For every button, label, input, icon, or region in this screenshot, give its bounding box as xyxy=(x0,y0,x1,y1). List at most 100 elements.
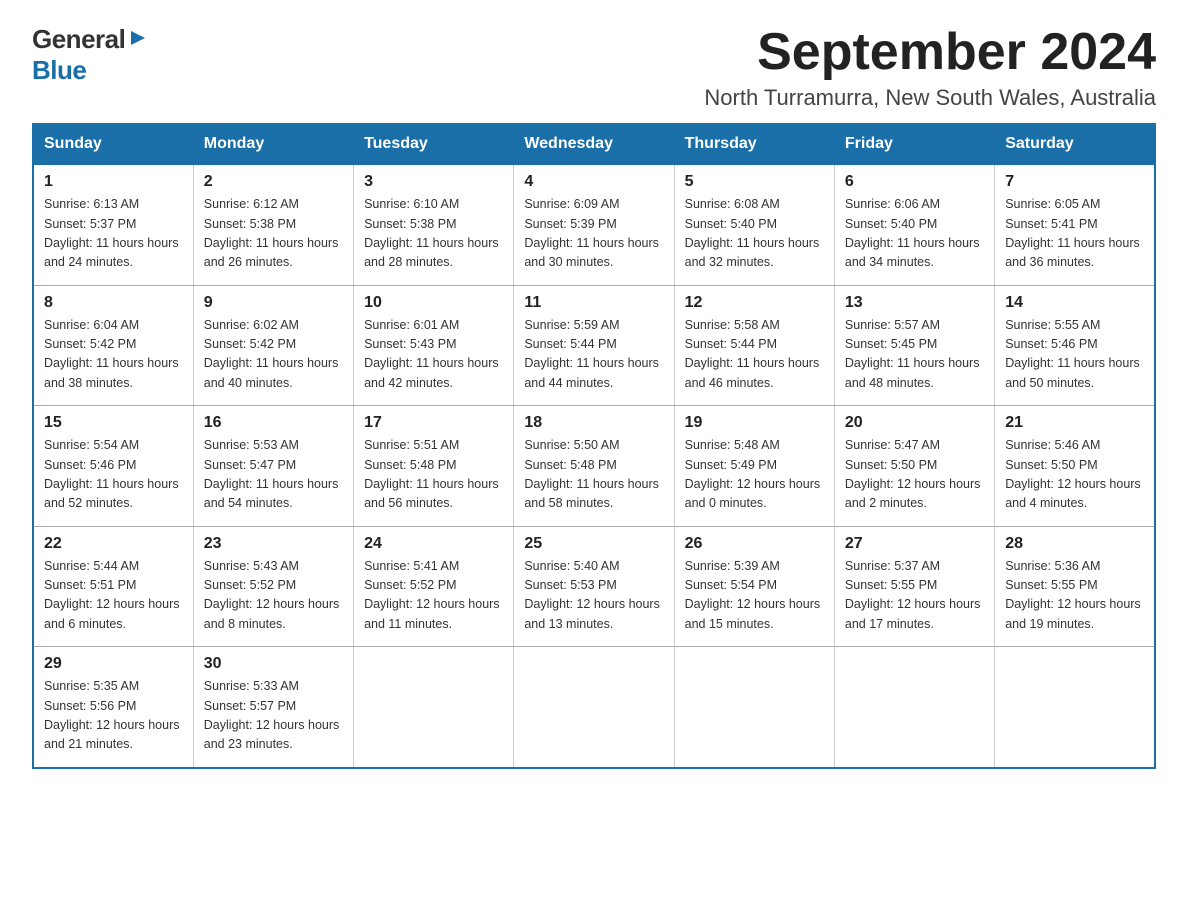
day-detail-line: Sunset: 5:44 PM xyxy=(685,335,824,354)
day-detail-line: Daylight: 11 hours hours xyxy=(1005,354,1144,373)
table-row: 13 Sunrise: 5:57 AMSunset: 5:45 PMDayligh… xyxy=(834,285,994,406)
day-detail-line: Sunset: 5:50 PM xyxy=(845,456,984,475)
day-detail-line: and 26 minutes. xyxy=(204,253,343,272)
day-detail-line: and 38 minutes. xyxy=(44,374,183,393)
table-row: 21Sunrise: 5:46 AMSunset: 5:50 PMDayligh… xyxy=(995,406,1155,527)
day-detail-line: Sunrise: 6:01 AM xyxy=(364,316,503,335)
day-detail-line: and 15 minutes. xyxy=(685,615,824,634)
day-number: 23 xyxy=(204,535,343,553)
day-detail-line: Sunset: 5:46 PM xyxy=(1005,335,1144,354)
day-info: Sunrise: 5:53 AMSunset: 5:47 PMDaylight:… xyxy=(204,436,343,514)
day-detail-line: Daylight: 12 hours hours xyxy=(44,716,183,735)
table-row: 20 Sunrise: 5:47 AMSunset: 5:50 PMDayligh… xyxy=(834,406,994,527)
day-detail-line: Daylight: 11 hours hours xyxy=(204,354,343,373)
table-row: 28Sunrise: 5:36 AMSunset: 5:55 PMDayligh… xyxy=(995,526,1155,647)
table-row: 24 Sunrise: 5:41 AMSunset: 5:52 PMDayligh… xyxy=(354,526,514,647)
day-detail-line: Sunset: 5:45 PM xyxy=(845,335,984,354)
day-number: 28 xyxy=(1005,535,1144,553)
day-info: Sunrise: 6:02 AMSunset: 5:42 PMDaylight:… xyxy=(204,316,343,394)
table-row: 1 Sunrise: 6:13 AMSunset: 5:37 PMDaylight… xyxy=(33,164,193,285)
day-detail-line: Sunset: 5:38 PM xyxy=(204,215,343,234)
day-detail-line: Sunrise: 6:13 AM xyxy=(44,195,183,214)
day-number: 18 xyxy=(524,414,663,432)
day-detail-line: Sunset: 5:52 PM xyxy=(364,576,503,595)
day-detail-line: and 54 minutes. xyxy=(204,494,343,513)
day-detail-line: Daylight: 12 hours hours xyxy=(364,595,503,614)
day-detail-line: Sunrise: 6:04 AM xyxy=(44,316,183,335)
day-info: Sunrise: 5:48 AMSunset: 5:49 PMDaylight:… xyxy=(685,436,824,514)
day-detail-line: Sunrise: 5:58 AM xyxy=(685,316,824,335)
day-detail-line: Daylight: 11 hours hours xyxy=(845,234,984,253)
day-detail-line: and 28 minutes. xyxy=(364,253,503,272)
day-number: 15 xyxy=(44,414,183,432)
header-monday: Monday xyxy=(193,124,353,164)
day-detail-line: Daylight: 12 hours hours xyxy=(845,595,984,614)
day-number: 7 xyxy=(1005,173,1144,191)
table-row: 26Sunrise: 5:39 AMSunset: 5:54 PMDayligh… xyxy=(674,526,834,647)
day-number: 12 xyxy=(685,294,824,312)
day-detail-line: Daylight: 11 hours hours xyxy=(845,354,984,373)
day-detail-line: Daylight: 12 hours hours xyxy=(685,595,824,614)
day-number: 13 xyxy=(845,294,984,312)
calendar-week-row: 1Sunrise: 6:13 AMSunset: 5:37 PMDaylight… xyxy=(33,164,1155,285)
day-number: 29 xyxy=(44,655,183,673)
table-row: 15Sunrise: 5:54 AMSunset: 5:46 PMDayligh… xyxy=(33,406,193,527)
day-detail-line: Daylight: 12 hours hours xyxy=(44,595,183,614)
day-number: 24 xyxy=(364,535,503,553)
day-detail-line: Sunset: 5:57 PM xyxy=(204,697,343,716)
day-detail-line: Daylight: 11 hours hours xyxy=(44,354,183,373)
day-info: Sunrise: 5:41 AMSunset: 5:52 PMDaylight:… xyxy=(364,557,503,635)
table-row: 12Sunrise: 5:58 AMSunset: 5:44 PMDayligh… xyxy=(674,285,834,406)
day-detail-line: Daylight: 12 hours hours xyxy=(685,475,824,494)
day-number: 20 xyxy=(845,414,984,432)
month-title: September 2024 xyxy=(704,24,1156,81)
day-detail-line: and 40 minutes. xyxy=(204,374,343,393)
day-detail-line: Sunrise: 5:36 AM xyxy=(1005,557,1144,576)
calendar-week-row: 22Sunrise: 5:44 AMSunset: 5:51 PMDayligh… xyxy=(33,526,1155,647)
day-detail-line: Daylight: 11 hours hours xyxy=(524,234,663,253)
day-info: Sunrise: 5:50 AMSunset: 5:48 PMDaylight:… xyxy=(524,436,663,514)
day-detail-line: Sunrise: 5:51 AM xyxy=(364,436,503,455)
day-detail-line: Sunrise: 6:06 AM xyxy=(845,195,984,214)
day-number: 2 xyxy=(204,173,343,191)
day-info: Sunrise: 5:35 AMSunset: 5:56 PMDaylight:… xyxy=(44,677,183,755)
day-detail-line: Daylight: 12 hours hours xyxy=(524,595,663,614)
day-detail-line: Sunset: 5:51 PM xyxy=(44,576,183,595)
day-info: Sunrise: 6:01 AMSunset: 5:43 PMDaylight:… xyxy=(364,316,503,394)
day-detail-line: Sunrise: 6:05 AM xyxy=(1005,195,1144,214)
table-row xyxy=(514,647,674,768)
day-detail-line: and 56 minutes. xyxy=(364,494,503,513)
day-detail-line: Sunrise: 5:44 AM xyxy=(44,557,183,576)
day-detail-line: Sunset: 5:52 PM xyxy=(204,576,343,595)
day-detail-line: Sunrise: 5:53 AM xyxy=(204,436,343,455)
day-detail-line: and 52 minutes. xyxy=(44,494,183,513)
day-detail-line: Sunrise: 5:54 AM xyxy=(44,436,183,455)
day-info: Sunrise: 5:40 AMSunset: 5:53 PMDaylight:… xyxy=(524,557,663,635)
location-subtitle: North Turramurra, New South Wales, Austr… xyxy=(704,85,1156,111)
day-detail-line: Sunset: 5:46 PM xyxy=(44,456,183,475)
table-row: 4Sunrise: 6:09 AMSunset: 5:39 PMDaylight… xyxy=(514,164,674,285)
day-info: Sunrise: 6:12 AMSunset: 5:38 PMDaylight:… xyxy=(204,195,343,273)
day-number: 6 xyxy=(845,173,984,191)
day-detail-line: and 0 minutes. xyxy=(685,494,824,513)
day-info: Sunrise: 6:13 AMSunset: 5:37 PMDaylight:… xyxy=(44,195,183,273)
weekday-header-row: Sunday Monday Tuesday Wednesday Thursday… xyxy=(33,124,1155,164)
day-detail-line: Sunrise: 6:02 AM xyxy=(204,316,343,335)
day-detail-line: Daylight: 12 hours hours xyxy=(845,475,984,494)
table-row: 19Sunrise: 5:48 AMSunset: 5:49 PMDayligh… xyxy=(674,406,834,527)
calendar-table: Sunday Monday Tuesday Wednesday Thursday… xyxy=(32,123,1156,769)
day-detail-line: and 36 minutes. xyxy=(1005,253,1144,272)
title-area: September 2024 North Turramurra, New Sou… xyxy=(704,24,1156,111)
day-detail-line: Sunset: 5:37 PM xyxy=(44,215,183,234)
day-detail-line: Sunset: 5:39 PM xyxy=(524,215,663,234)
day-detail-line: and 50 minutes. xyxy=(1005,374,1144,393)
table-row xyxy=(995,647,1155,768)
day-info: Sunrise: 5:57 AMSunset: 5:45 PMDaylight:… xyxy=(845,316,984,394)
day-number: 1 xyxy=(44,173,183,191)
table-row: 25Sunrise: 5:40 AMSunset: 5:53 PMDayligh… xyxy=(514,526,674,647)
table-row xyxy=(674,647,834,768)
day-detail-line: Sunset: 5:54 PM xyxy=(685,576,824,595)
day-detail-line: Sunrise: 5:43 AM xyxy=(204,557,343,576)
day-detail-line: Daylight: 11 hours hours xyxy=(364,475,503,494)
day-info: Sunrise: 5:47 AMSunset: 5:50 PMDaylight:… xyxy=(845,436,984,514)
